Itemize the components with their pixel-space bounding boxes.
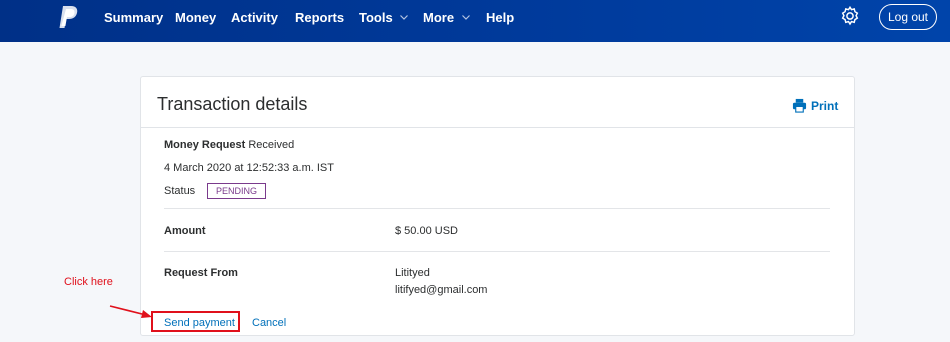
amount-value: $ 50.00 USD	[395, 225, 458, 237]
divider	[164, 208, 830, 209]
nav-summary-label: Summary	[104, 10, 164, 25]
paypal-logo-icon[interactable]	[57, 4, 81, 30]
transaction-card: Transaction details Print Money Request …	[140, 76, 855, 336]
gear-icon[interactable]	[839, 5, 861, 27]
logout-button[interactable]: Log out	[879, 4, 937, 30]
arrow-icon	[109, 305, 152, 318]
nav-money[interactable]: Money	[175, 10, 216, 25]
chevron-down-icon	[400, 15, 409, 20]
transaction-type-label: Money Request	[164, 139, 246, 151]
transaction-date: 4 March 2020 at 12:52:33 a.m. IST	[164, 162, 334, 174]
nav-tools-label: Tools	[359, 10, 393, 25]
request-from-name: Litityed	[395, 267, 430, 279]
page-title: Transaction details	[157, 94, 308, 114]
request-from-label: Request From	[164, 267, 238, 279]
nav-help-label: Help	[486, 10, 515, 25]
highlight-box	[151, 311, 240, 332]
transaction-type-value: Received	[248, 139, 295, 151]
nav-money-label: Money	[175, 10, 217, 25]
nav-more-label: More	[423, 10, 455, 25]
print-label: Print	[811, 99, 839, 113]
nav-activity[interactable]: Activity	[231, 10, 278, 25]
annotation-text: Click here	[64, 276, 113, 288]
print-link[interactable]: Print	[792, 98, 838, 113]
nav-help[interactable]: Help	[486, 10, 514, 25]
nav-activity-label: Activity	[231, 10, 278, 25]
nav-summary[interactable]: Summary	[104, 10, 163, 25]
status-label: Status	[164, 185, 196, 197]
request-from-email: litifyed@gmail.com	[395, 284, 488, 296]
top-nav: Summary Money Activity Reports Tools Mor…	[0, 0, 950, 42]
transaction-type: Money Request Received	[164, 139, 294, 151]
amount-label: Amount	[164, 225, 206, 237]
nav-reports[interactable]: Reports	[295, 10, 344, 25]
nav-more[interactable]: More	[423, 10, 470, 25]
printer-icon	[792, 98, 807, 113]
divider	[141, 127, 854, 128]
nav-reports-label: Reports	[295, 10, 345, 25]
cancel-link[interactable]: Cancel	[252, 317, 286, 329]
nav-tools[interactable]: Tools	[359, 10, 409, 25]
status-badge: PENDING	[207, 183, 267, 199]
chevron-down-icon	[461, 15, 470, 20]
divider	[164, 251, 830, 252]
